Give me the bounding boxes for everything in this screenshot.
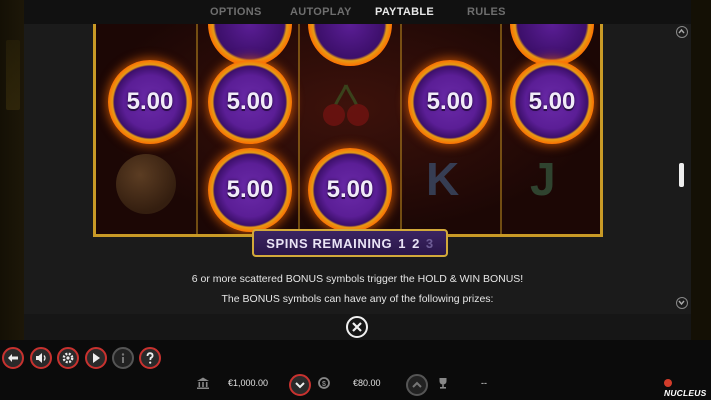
tab-paytable[interactable]: PAYTABLE — [375, 0, 434, 24]
scroll-up-button[interactable] — [676, 26, 688, 38]
back-icon — [8, 354, 18, 362]
bank-icon — [197, 377, 209, 389]
bonus-coin: 5.00 — [108, 60, 192, 144]
background-game-left — [0, 0, 24, 340]
tab-bar: OPTIONS AUTOPLAY PAYTABLE RULES — [24, 0, 691, 24]
tab-options[interactable]: OPTIONS — [210, 0, 262, 24]
reel-symbol-j: J — [530, 153, 556, 205]
paytable-modal: OPTIONS AUTOPLAY PAYTABLE RULES 5.00 5.0… — [24, 0, 691, 340]
play-icon — [93, 353, 100, 363]
info-button[interactable] — [112, 347, 134, 369]
chevron-up-icon — [678, 28, 685, 34]
cherry-icon — [323, 84, 369, 126]
spins-remaining-label: SPINS REMAINING — [266, 235, 393, 251]
scrollbar-thumb[interactable] — [679, 163, 684, 187]
help-button[interactable] — [139, 347, 161, 369]
settings-button[interactable] — [57, 347, 79, 369]
chevron-up-icon — [412, 381, 422, 388]
bonus-coin: 5.00 — [208, 148, 292, 232]
spins-count: 1 — [398, 235, 407, 251]
help-icon — [146, 352, 154, 364]
spins-remaining-banner: SPINS REMAINING 1 2 3 — [252, 229, 448, 257]
bet-decrease-button[interactable] — [289, 374, 311, 396]
spins-count: 3 — [425, 235, 434, 251]
trophy-icon — [439, 378, 447, 389]
settings-icon — [62, 352, 74, 364]
hold-and-win-illustration: 5.00 5.00 5.00 5.00 5.00 5.00 K J — [93, 24, 603, 237]
tab-autoplay[interactable]: AUTOPLAY — [290, 0, 352, 24]
coins-icon: $ — [318, 377, 330, 389]
paytable-text-line: The BONUS symbols can have any of the fo… — [221, 293, 494, 305]
reel-symbol-k: K — [426, 153, 460, 205]
bonus-coin: 5.00 — [308, 148, 392, 232]
info-icon — [121, 353, 125, 363]
balance-value: €1,000.00 — [228, 378, 269, 388]
sound-icon — [36, 353, 46, 363]
spins-count: 2 — [412, 235, 420, 251]
background-game-right — [691, 0, 711, 340]
close-button[interactable] — [346, 316, 368, 338]
play-button[interactable] — [85, 347, 107, 369]
back-button[interactable] — [2, 347, 24, 369]
bonus-coin: 5.00 — [510, 60, 594, 144]
chevron-down-icon — [295, 382, 305, 389]
bonus-coin: 5.00 — [208, 60, 292, 144]
sound-button[interactable] — [30, 347, 52, 369]
bet-increase-button[interactable] — [406, 374, 428, 396]
bet-value: €80.00 — [353, 378, 381, 388]
close-icon — [352, 322, 362, 332]
tab-rules[interactable]: RULES — [467, 0, 506, 24]
win-value: -- — [481, 378, 487, 388]
bonus-coin: 5.00 — [408, 60, 492, 144]
nucleus-logo: NUCLEUS — [664, 378, 711, 398]
paytable-text-line: 6 or more scattered BONUS symbols trigge… — [191, 273, 524, 285]
orange-icon — [116, 154, 176, 214]
svg-text:$: $ — [322, 381, 326, 388]
close-bar — [24, 314, 691, 340]
